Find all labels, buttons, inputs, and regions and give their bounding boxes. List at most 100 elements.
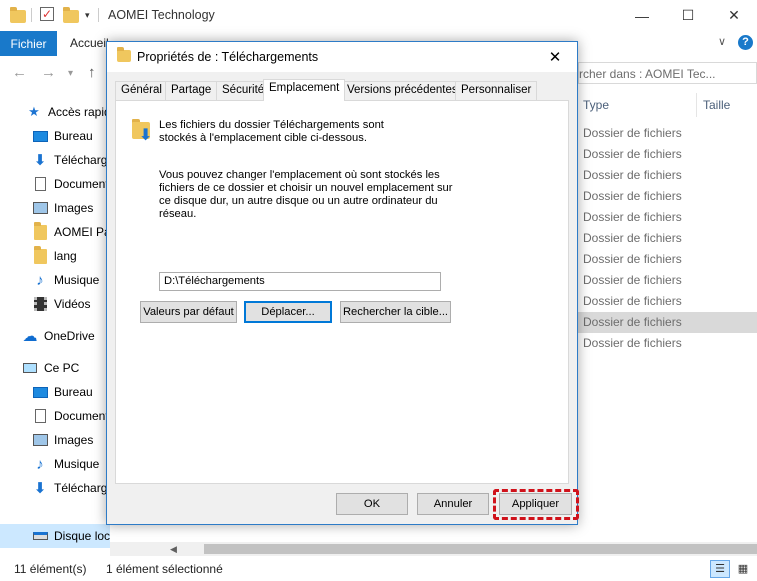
download-icon: ⬇	[33, 152, 47, 169]
music-icon: ♪	[36, 455, 44, 473]
tab-general[interactable]: Général	[115, 81, 168, 100]
file-row[interactable]: Dossier de fichiers	[578, 249, 757, 270]
nav-item-downloads-pc[interactable]: ⬇Téléchargements	[0, 476, 110, 500]
description-line-4: réseau.	[159, 208, 197, 220]
file-row[interactable]: Dossier de fichiers	[578, 165, 757, 186]
scroll-left-icon[interactable]: ◀	[170, 542, 177, 556]
search-input[interactable]: rcher dans : AOMEI Tec...	[578, 62, 757, 84]
cancel-button[interactable]: Annuler	[417, 493, 489, 515]
image-icon	[32, 432, 48, 448]
desktop-icon	[32, 384, 48, 400]
file-row[interactable]: Dossier de fichiers	[578, 228, 757, 249]
folder-download-icon	[117, 47, 131, 62]
file-row[interactable]: Dossier de fichiers	[578, 186, 757, 207]
tab-sharing[interactable]: Partage	[165, 81, 218, 100]
properties-icon[interactable]: ✓	[40, 7, 56, 23]
cloud-icon: ☁	[22, 328, 38, 345]
folder-icon	[32, 221, 48, 240]
document-icon	[32, 176, 48, 192]
nav-item-this-pc[interactable]: Ce PC	[0, 356, 110, 380]
nav-item-lang[interactable]: lang	[0, 244, 110, 268]
nav-item-documents[interactable]: Documents	[0, 172, 110, 196]
minimize-button[interactable]: —	[619, 0, 665, 31]
video-icon	[32, 296, 48, 312]
nav-item-music-pc[interactable]: ♪ Musique	[0, 452, 110, 476]
column-header-type[interactable]: Type	[583, 98, 609, 112]
location-tab-panel: ⬇ Les fichiers du dossier Téléchargement…	[115, 100, 569, 484]
description-line-1: Vous pouvez changer l'emplacement où son…	[159, 169, 440, 181]
file-row[interactable]: Dossier de fichiers	[578, 144, 757, 165]
dialog-close-icon[interactable]: ✕	[533, 42, 577, 72]
chevron-down-icon[interactable]: ∨	[718, 35, 726, 48]
column-divider[interactable]	[696, 93, 697, 117]
nav-item-desktop-pc[interactable]: Bureau	[0, 380, 110, 404]
description-line-3: ce disque dur, un autre disque ou un aut…	[159, 195, 438, 207]
file-row[interactable]: Dossier de fichiers	[578, 291, 757, 312]
music-icon: ♪	[36, 271, 44, 289]
star-icon: ★	[28, 104, 40, 119]
nav-item-documents-pc[interactable]: Documents	[0, 404, 110, 428]
file-row[interactable]: Dossier de fichiers	[578, 123, 757, 144]
details-view-icon[interactable]: ☰	[710, 560, 730, 578]
close-window-button[interactable]: ✕	[711, 0, 757, 31]
dialog-titlebar: Propriétés de : Téléchargements ✕	[107, 42, 577, 72]
tab-customize[interactable]: Personnaliser	[455, 81, 538, 100]
file-row[interactable]: Dossier de fichiers	[578, 207, 757, 228]
recent-locations-icon[interactable]: ▾	[68, 68, 73, 79]
image-icon	[32, 200, 48, 216]
restore-default-button[interactable]: Valeurs par défaut	[140, 301, 237, 323]
location-path-input[interactable]: D:\Téléchargements	[159, 272, 441, 291]
nav-item-images[interactable]: Images	[0, 196, 110, 220]
file-row-selected[interactable]: Dossier de fichiers	[578, 312, 757, 333]
file-row[interactable]: Dossier de fichiers	[578, 333, 757, 354]
tab-previous-versions[interactable]: Versions précédentes	[341, 81, 464, 100]
nav-item-local-disk[interactable]: Disque local (C:)	[0, 524, 110, 548]
maximize-button[interactable]: ☐	[665, 0, 711, 31]
up-arrow-icon[interactable]: ↑	[88, 64, 96, 81]
navigation-pane: ★Accès rapide Bureau ⬇Téléchargements Do…	[0, 96, 110, 556]
new-folder-icon[interactable]	[63, 7, 79, 23]
folder-icon	[32, 245, 48, 264]
apply-highlight-box	[493, 489, 579, 520]
properties-dialog: Propriétés de : Téléchargements ✕ Généra…	[106, 41, 579, 525]
divider	[31, 8, 32, 22]
nav-item-videos[interactable]: Vidéos	[0, 292, 110, 316]
description-line-2: fichiers de ce dossier et choisir un nou…	[159, 182, 453, 194]
info-line-2: stockés à l'emplacement cible ci-dessous…	[159, 132, 367, 144]
nav-item-quick-access[interactable]: ★Accès rapide	[0, 100, 110, 124]
back-arrow-icon[interactable]: ←	[12, 64, 27, 81]
nav-item-onedrive[interactable]: ☁ OneDrive	[0, 324, 110, 348]
info-line-1: Les fichiers du dossier Téléchargements …	[159, 119, 384, 131]
forward-arrow-icon[interactable]: →	[41, 64, 56, 81]
find-target-button[interactable]: Rechercher la cible...	[340, 301, 451, 323]
help-icon[interactable]: ?	[738, 35, 753, 50]
desktop-icon	[32, 128, 48, 144]
computer-icon	[22, 360, 38, 376]
downloads-folder-icon: ⬇	[130, 117, 154, 144]
tab-location[interactable]: Emplacement	[263, 79, 346, 101]
nav-item-aomei-partition[interactable]: AOMEI Partition	[0, 220, 110, 244]
selection-count: 1 élément sélectionné	[106, 562, 223, 576]
document-icon	[32, 408, 48, 424]
large-icons-view-icon[interactable]: ▦	[733, 560, 753, 578]
download-icon: ⬇	[33, 480, 47, 497]
move-button[interactable]: Déplacer...	[244, 301, 332, 323]
file-row[interactable]: Dossier de fichiers	[578, 270, 757, 291]
horizontal-scrollbar[interactable]: ◀	[110, 542, 757, 556]
tab-home[interactable]: Accueil	[70, 36, 109, 50]
column-header-size[interactable]: Taille	[703, 98, 730, 112]
nav-item-music[interactable]: ♪ Musique	[0, 268, 110, 292]
item-count: 11 élément(s)	[14, 562, 87, 576]
status-bar: 11 élément(s) 1 élément sélectionné ☰ ▦	[0, 558, 757, 581]
nav-item-images-pc[interactable]: Images	[0, 428, 110, 452]
tab-file[interactable]: Fichier	[0, 31, 57, 56]
explorer-titlebar: ✓ ▾ AOMEI Technology — ☐ ✕	[0, 0, 757, 31]
window-title: AOMEI Technology	[108, 8, 215, 22]
scrollbar-thumb[interactable]	[204, 544, 757, 554]
folder-icon	[10, 7, 26, 23]
nav-item-downloads[interactable]: ⬇Téléchargements	[0, 148, 110, 172]
divider	[98, 8, 99, 22]
drive-icon	[32, 528, 48, 544]
ok-button[interactable]: OK	[336, 493, 408, 515]
nav-item-desktop[interactable]: Bureau	[0, 124, 110, 148]
